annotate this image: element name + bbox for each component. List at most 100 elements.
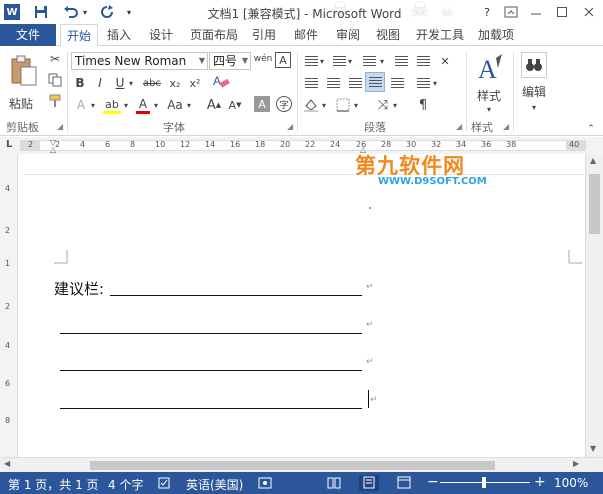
cut-icon[interactable]: ✂ [46, 50, 64, 68]
vertical-ruler[interactable]: 4 2 1 2 4 6 8 [0, 154, 18, 457]
paste-button[interactable]: 粘贴 [6, 94, 36, 112]
zoom-slider-thumb[interactable] [482, 477, 486, 488]
minimize-icon[interactable] [527, 3, 545, 21]
bold-button[interactable]: B [72, 74, 88, 92]
vertical-scrollbar[interactable]: ▲ ▼ [585, 154, 603, 457]
grow-font-button[interactable]: A ▲ [205, 96, 223, 114]
ribbon-display-options-icon[interactable] [502, 3, 520, 21]
zoom-out-button[interactable]: − [427, 474, 439, 490]
multilevel-list-dropdown-icon[interactable]: ▾ [378, 52, 386, 70]
text-effects-button[interactable]: A [72, 96, 90, 114]
zoom-level[interactable]: 100% [554, 476, 588, 490]
tab-view[interactable]: 视图 [372, 24, 404, 46]
decrease-indent-icon[interactable] [392, 52, 410, 70]
font-size-combo[interactable]: 四号 ▼ [209, 52, 251, 70]
paste-icon[interactable] [6, 52, 40, 92]
maximize-icon[interactable] [553, 3, 571, 21]
bullets-dropdown-icon[interactable]: ▾ [318, 52, 326, 70]
tab-page-layout[interactable]: 页面布局 [187, 24, 241, 46]
scroll-up-icon[interactable]: ▲ [590, 156, 596, 165]
format-painter-icon[interactable] [46, 92, 64, 110]
scroll-down-icon[interactable]: ▼ [590, 444, 596, 453]
tab-references[interactable]: 引用 [248, 24, 280, 46]
editing-binoculars-icon[interactable] [521, 52, 547, 78]
web-layout-icon[interactable] [397, 476, 411, 492]
text-effects-dropdown-icon[interactable]: ▾ [89, 96, 97, 114]
change-case-button[interactable]: Aa [164, 96, 186, 114]
highlight-button[interactable]: ab [101, 94, 123, 114]
increase-indent-icon[interactable] [414, 52, 432, 70]
highlight-dropdown-icon[interactable]: ▾ [122, 96, 130, 114]
styles-icon[interactable]: A [474, 52, 506, 86]
sort-dropdown-icon[interactable]: ▾ [391, 96, 399, 114]
shading-dropdown-icon[interactable]: ▾ [320, 96, 328, 114]
clear-formatting-icon[interactable]: A [210, 72, 232, 90]
close-icon[interactable] [580, 3, 598, 21]
multilevel-list-icon[interactable] [360, 52, 378, 70]
strikethrough-button[interactable]: abc [140, 74, 164, 92]
tab-selector-icon[interactable]: L [6, 139, 12, 150]
advice-label: 建议栏: [54, 280, 105, 298]
justify-icon[interactable] [365, 72, 385, 92]
language[interactable]: 英语(美国) [186, 476, 243, 493]
show-paragraph-marks-icon[interactable]: ¶ [414, 96, 432, 114]
tab-mailings[interactable]: 邮件 [290, 24, 322, 46]
italic-button[interactable]: I [92, 74, 108, 92]
document-canvas[interactable]: 建议栏: ↵ ↵ ↵ ↵ [18, 154, 585, 457]
align-right-icon[interactable] [346, 74, 364, 92]
underline-dropdown-icon[interactable]: ▾ [126, 74, 136, 92]
zoom-in-button[interactable]: + [534, 474, 546, 490]
character-border-button[interactable]: A [275, 52, 291, 68]
hanging-indent-icon[interactable]: △ [50, 145, 56, 154]
font-color-dropdown-icon[interactable]: ▾ [152, 96, 160, 114]
chinese-layout-icon[interactable]: ✕ [436, 52, 454, 70]
read-mode-icon[interactable] [327, 476, 341, 492]
borders-icon[interactable] [334, 96, 352, 114]
change-case-dropdown-icon[interactable]: ▾ [185, 96, 193, 114]
editing-dropdown-icon[interactable]: ▾ [529, 98, 539, 116]
help-icon[interactable]: ? [478, 3, 496, 21]
tab-developer[interactable]: 开发工具 [413, 24, 467, 46]
phonetic-guide-button[interactable]: wén [254, 50, 273, 68]
horizontal-ruler[interactable]: L 2 2 4 6 8 10 12 14 16 18 20 22 24 26 28 30 32 34 36 38 40 … [0, 137, 603, 154]
scroll-left-icon[interactable]: ◀ [4, 459, 10, 468]
tab-design[interactable]: 设计 [145, 24, 177, 46]
page-count[interactable]: 第 1 页，共 1 页 [8, 476, 99, 493]
superscript-button[interactable]: x² [186, 74, 204, 92]
character-shading-button[interactable]: A [254, 96, 270, 112]
proofing-icon[interactable] [158, 477, 172, 492]
font-launcher-icon[interactable]: ◢ [287, 122, 293, 131]
scroll-right-icon[interactable]: ▶ [573, 459, 579, 468]
numbering-dropdown-icon[interactable]: ▾ [346, 52, 354, 70]
enclose-characters-button[interactable]: 字 [276, 96, 292, 112]
collapse-ribbon-icon[interactable]: ⌃ [585, 120, 597, 138]
shrink-font-button[interactable]: A ▼ [226, 96, 244, 114]
tab-addins[interactable]: 加载项 [475, 24, 517, 46]
line-spacing-dropdown-icon[interactable]: ▾ [431, 74, 439, 92]
subscript-button[interactable]: x₂ [166, 74, 184, 92]
font-name-combo[interactable]: Times New Roman ▼ [71, 52, 208, 70]
horizontal-scrollbar[interactable]: ◀ ▶ [0, 457, 603, 472]
line-spacing-icon[interactable] [414, 74, 432, 92]
word-count[interactable]: 4 个字 [108, 476, 143, 493]
tab-home[interactable]: 开始 [60, 24, 98, 47]
macro-recording-icon[interactable] [258, 477, 272, 492]
clipboard-launcher-icon[interactable]: ◢ [57, 122, 63, 131]
vertical-scroll-thumb[interactable] [589, 174, 600, 234]
styles-launcher-icon[interactable]: ◢ [503, 122, 509, 131]
sort-icon[interactable]: ⤨ [374, 96, 392, 114]
paragraph-launcher-icon[interactable]: ◢ [456, 122, 462, 131]
font-color-button[interactable]: A [134, 94, 152, 114]
shading-icon[interactable] [302, 96, 320, 114]
tab-file[interactable]: 文件 [0, 24, 56, 46]
copy-icon[interactable] [46, 71, 64, 89]
align-center-icon[interactable] [324, 74, 342, 92]
print-layout-icon[interactable] [359, 475, 379, 491]
horizontal-scroll-thumb[interactable] [90, 461, 495, 470]
align-left-icon[interactable] [302, 74, 320, 92]
tab-review[interactable]: 审阅 [332, 24, 364, 46]
styles-dropdown-icon[interactable]: ▾ [484, 100, 494, 118]
tab-insert[interactable]: 插入 [103, 24, 135, 46]
borders-dropdown-icon[interactable]: ▾ [352, 96, 360, 114]
distributed-icon[interactable] [388, 74, 406, 92]
